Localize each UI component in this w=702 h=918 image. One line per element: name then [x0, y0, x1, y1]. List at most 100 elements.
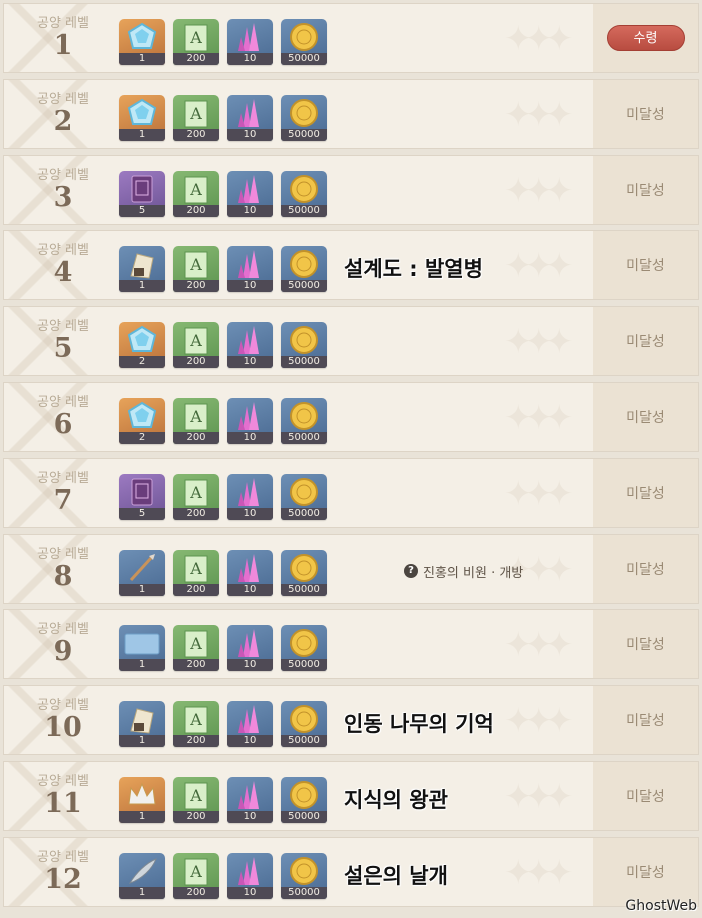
gem-icon — [119, 19, 165, 55]
reward-item[interactable]: 1 — [119, 701, 165, 748]
star-decoration-icon: ✦✦✦ — [504, 852, 573, 893]
reward-item[interactable]: A 200 — [173, 549, 219, 596]
level-number: 6 — [53, 409, 73, 440]
reward-item[interactable]: 10 — [227, 170, 273, 217]
reward-item[interactable]: 50000 — [281, 777, 327, 823]
reward-item[interactable]: 2 — [119, 322, 165, 369]
reward-row: ✦✦✦ 공양 레벨 2 1 A 200 10 50000 미달성 — [3, 78, 699, 149]
claim-button[interactable]: 수령 — [606, 25, 685, 51]
reward-item[interactable]: 10 — [227, 625, 273, 672]
svg-text:A: A — [189, 634, 202, 653]
reward-item[interactable]: 1 — [119, 852, 165, 899]
reward-item[interactable]: 1 — [119, 549, 165, 596]
reward-item[interactable]: 10 — [227, 473, 273, 520]
reward-item[interactable]: A 200 — [173, 777, 219, 823]
reward-item[interactable]: A 200 — [173, 625, 219, 672]
unlock-hint[interactable]: ? 진홍의 비원 · 개방 — [404, 562, 523, 581]
reward-item[interactable]: 10 — [227, 94, 273, 141]
item-count: 2 — [119, 356, 165, 369]
reward-item[interactable]: A 200 — [173, 246, 219, 293]
status-panel: 미달성 — [593, 837, 698, 906]
svg-text:A: A — [189, 28, 202, 47]
svg-text:A: A — [189, 786, 202, 805]
crystal-icon — [227, 19, 273, 55]
reward-item[interactable]: 50000 — [281, 170, 327, 217]
reward-item[interactable]: 50000 — [281, 322, 327, 369]
reward-item[interactable]: 50000 — [281, 398, 327, 444]
reward-item[interactable]: 5 — [119, 473, 165, 520]
status-panel: 미달성 — [593, 307, 698, 376]
reward-item[interactable]: 50000 — [281, 701, 327, 748]
reward-row: ✦✦✦ 공양 레벨 4 1 A 200 10 50000 설계도 : 발열병 미달성 — [3, 230, 699, 301]
status-unachieved: 미달성 — [626, 258, 665, 275]
level-number: 11 — [44, 788, 82, 819]
mora-coin-icon — [281, 701, 327, 737]
level-label: 공양 레벨 — [37, 395, 89, 410]
level-number: 10 — [44, 712, 82, 744]
reward-item[interactable]: A 200 — [173, 170, 219, 217]
reward-item[interactable]: 50000 — [281, 852, 327, 899]
item-count: 50000 — [281, 280, 327, 293]
reward-item[interactable]: A 200 — [173, 852, 219, 899]
level-number: 5 — [53, 333, 73, 365]
reward-item[interactable]: A 200 — [173, 701, 219, 748]
status-panel: 미달성 — [593, 383, 698, 451]
status-panel: 미달성 — [593, 155, 698, 224]
reward-item[interactable]: A 200 — [173, 94, 219, 141]
reward-item[interactable]: 10 — [227, 852, 273, 899]
reward-item[interactable]: 50000 — [281, 246, 327, 293]
reward-item[interactable]: 1 — [119, 94, 165, 141]
item-count: 50000 — [281, 811, 327, 823]
status-panel: 미달성 — [593, 686, 698, 755]
item-count: 10 — [227, 583, 273, 596]
svg-text:A: A — [189, 710, 202, 729]
reward-item[interactable]: 50000 — [281, 94, 327, 141]
reward-item[interactable]: 1 — [119, 777, 165, 823]
item-count: 200 — [173, 886, 219, 899]
item-count: 1 — [119, 583, 165, 596]
reward-item[interactable]: 10 — [227, 246, 273, 293]
reward-item[interactable]: 10 — [227, 322, 273, 369]
status-unachieved: 미달성 — [626, 106, 665, 123]
level-number: 8 — [53, 560, 73, 592]
reward-item[interactable]: 50000 — [281, 625, 327, 672]
namecard-icon — [119, 625, 165, 661]
item-count: 200 — [173, 735, 219, 748]
mora-coin-icon — [281, 474, 327, 510]
item-count: 10 — [227, 53, 273, 65]
level-label: 공양 레벨 — [37, 16, 89, 31]
item-count: 200 — [173, 432, 219, 444]
reward-item[interactable]: A 200 — [173, 19, 219, 65]
reward-item[interactable]: 2 — [119, 398, 165, 444]
reward-item[interactable]: 1 — [119, 246, 165, 293]
reward-item[interactable]: A 200 — [173, 473, 219, 520]
exp-book-icon: A — [173, 398, 219, 434]
crystal-icon — [227, 398, 273, 434]
exp-book-icon: A — [173, 246, 219, 282]
exp-book-icon: A — [173, 171, 219, 207]
star-decoration-icon: ✦✦✦ — [504, 322, 573, 363]
star-decoration-icon: ✦✦✦ — [504, 701, 573, 742]
svg-text:A: A — [189, 483, 202, 502]
reward-item[interactable]: 50000 — [281, 473, 327, 520]
reward-item[interactable]: 1 — [119, 19, 165, 65]
reward-item[interactable]: A 200 — [173, 398, 219, 444]
reward-item[interactable]: 10 — [227, 19, 273, 65]
reward-items: 1 A 200 10 50000 — [119, 777, 327, 823]
svg-text:A: A — [189, 559, 202, 578]
blueprint-icon — [119, 246, 165, 282]
reward-item[interactable]: 50000 — [281, 549, 327, 596]
reward-item[interactable]: 10 — [227, 777, 273, 823]
reward-items: 1 A 200 10 50000 — [119, 94, 327, 141]
reward-item[interactable]: 10 — [227, 398, 273, 444]
reward-item[interactable]: 1 — [119, 625, 165, 672]
reward-item[interactable]: A 200 — [173, 322, 219, 369]
reward-item[interactable]: 10 — [227, 701, 273, 748]
status-panel: 수령 — [593, 4, 698, 72]
mora-coin-icon — [281, 171, 327, 207]
reward-item[interactable]: 50000 — [281, 19, 327, 65]
reward-item[interactable]: 5 — [119, 170, 165, 217]
reward-items: 1 A 200 10 50000 — [119, 852, 327, 899]
star-decoration-icon: ✦✦✦ — [504, 19, 573, 59]
reward-item[interactable]: 10 — [227, 549, 273, 596]
